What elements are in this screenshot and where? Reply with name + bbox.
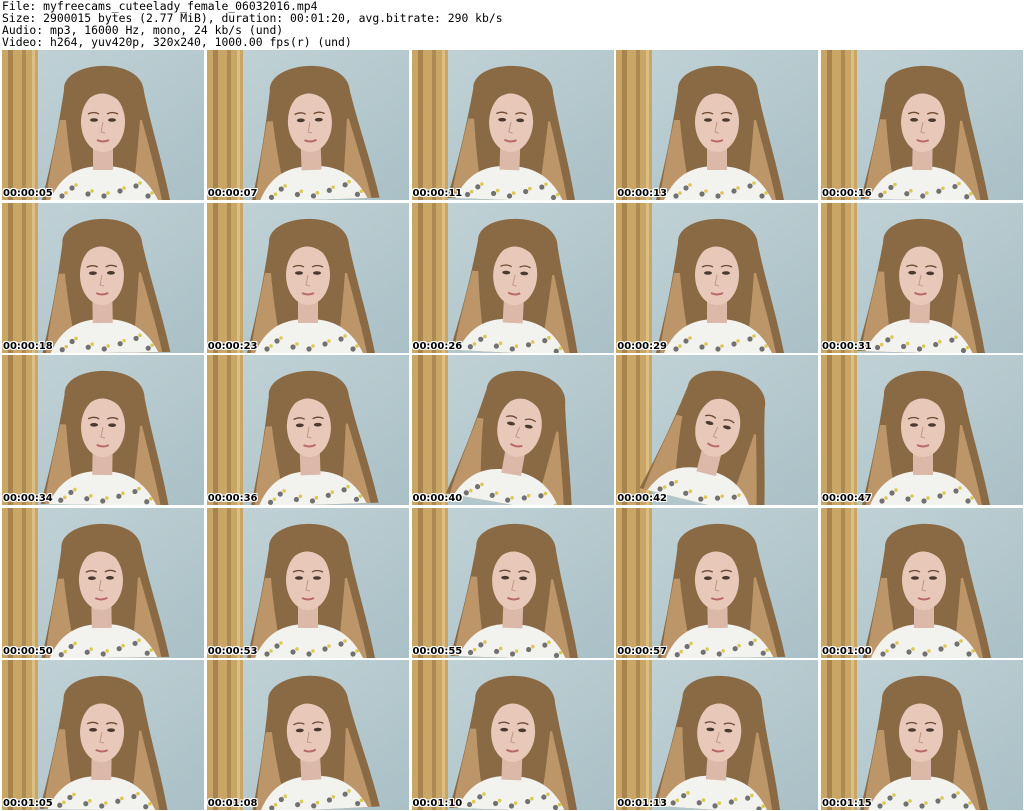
thumbnail-timestamp: 00:00:31: [822, 340, 872, 352]
webcam-frame-image: [206, 660, 409, 810]
webcam-frame-image: [616, 50, 819, 200]
webcam-frame-image: [821, 355, 1023, 505]
video-thumbnail: 00:00:34: [2, 355, 204, 505]
thumbnail-timestamp: 00:00:11: [412, 188, 463, 199]
webcam-frame-image: [411, 355, 614, 505]
webcam-frame-image: [206, 507, 409, 658]
thumbnail-timestamp: 00:01:15: [822, 798, 872, 809]
thumbnail-timestamp: 00:00:18: [3, 340, 53, 352]
video-thumbnail: 00:00:11: [411, 50, 614, 200]
video-thumbnail: 00:00:07: [206, 50, 409, 200]
thumbnail-timestamp: 00:00:40: [412, 493, 463, 504]
video-thumbnail: 00:00:47: [821, 355, 1023, 505]
video-thumbnail: 00:01:08: [206, 660, 409, 810]
video-thumbnail: 00:01:05: [2, 660, 204, 810]
video-thumbnail: 00:01:00: [821, 507, 1023, 658]
webcam-frame-image: [616, 507, 819, 658]
video-thumbnail: 00:01:10: [411, 660, 614, 810]
thumbnail-timestamp: 00:01:05: [3, 798, 53, 809]
video-thumbnail: 00:00:31: [821, 202, 1023, 353]
video-thumbnail: 00:00:23: [206, 202, 409, 353]
video-thumbnail: 00:00:05: [2, 50, 204, 200]
thumbnail-timestamp: 00:00:13: [617, 188, 667, 199]
video-thumbnail: 00:00:36: [206, 355, 409, 505]
video-thumbnail: 00:01:13: [616, 660, 819, 810]
video-thumbnail: 00:00:18: [2, 202, 204, 353]
thumbnail-timestamp: 00:01:00: [822, 645, 872, 657]
thumbnail-timestamp: 00:00:23: [207, 340, 258, 352]
webcam-frame-image: [616, 355, 819, 505]
video-thumbnail: 00:01:15: [821, 660, 1023, 810]
thumbnail-timestamp: 00:00:42: [617, 493, 667, 504]
webcam-frame-image: [411, 50, 614, 200]
thumbnail-grid: 00:00:05 00:00:07 00:00:11 00:00:13 00:00:16…: [2, 50, 1023, 810]
video-thumbnail: 00:00:53: [206, 507, 409, 658]
webcam-frame-image: [616, 660, 819, 810]
webcam-frame-image: [821, 202, 1023, 353]
thumbnail-timestamp: 00:00:55: [412, 645, 463, 657]
webcam-frame-image: [821, 660, 1023, 810]
thumbnail-timestamp: 00:01:13: [617, 798, 667, 809]
webcam-frame-image: [206, 202, 409, 353]
file-info-header: File: myfreecams_cuteelady_female_060320…: [2, 0, 1022, 50]
thumbnail-timestamp: 00:01:08: [207, 798, 258, 809]
video-thumbnail: 00:00:16: [821, 50, 1023, 200]
video-thumbnail: 00:00:50: [2, 507, 204, 658]
webcam-frame-image: [411, 660, 614, 810]
webcam-frame-image: [206, 355, 409, 505]
webcam-frame-image: [411, 202, 614, 353]
webcam-frame-image: [2, 660, 204, 810]
webcam-frame-image: [821, 50, 1023, 200]
thumbnail-timestamp: 00:00:53: [207, 645, 258, 657]
video-thumbnail: 00:00:42: [616, 355, 819, 505]
webcam-frame-image: [206, 50, 409, 200]
video-thumbnail: 00:00:29: [616, 202, 819, 353]
thumbnail-timestamp: 00:00:07: [207, 188, 258, 199]
thumbnail-timestamp: 00:00:57: [617, 645, 667, 657]
thumbnail-timestamp: 00:00:34: [3, 493, 53, 504]
thumbnail-timestamp: 00:00:29: [617, 340, 667, 352]
thumbnail-timestamp: 00:01:10: [412, 798, 463, 809]
video-thumbnail: 00:00:57: [616, 507, 819, 658]
webcam-frame-image: [616, 202, 819, 353]
webcam-frame-image: [411, 507, 614, 658]
webcam-frame-image: [2, 202, 204, 353]
video-info-line: Video: h264, yuv420p, 320x240, 1000.00 f…: [2, 35, 352, 49]
webcam-frame-image: [2, 507, 204, 658]
video-thumbnail: 00:00:26: [411, 202, 614, 353]
thumbnail-timestamp: 00:00:16: [822, 188, 872, 199]
webcam-frame-image: [821, 507, 1023, 658]
thumbnail-timestamp: 00:00:50: [3, 645, 53, 657]
thumbnail-timestamp: 00:00:47: [822, 493, 872, 504]
video-thumbnail: 00:00:40: [411, 355, 614, 505]
webcam-frame-image: [2, 355, 204, 505]
thumbnail-timestamp: 00:00:26: [412, 340, 463, 352]
video-thumbnail: 00:00:13: [616, 50, 819, 200]
thumbnail-timestamp: 00:00:36: [207, 493, 258, 504]
thumbnail-timestamp: 00:00:05: [3, 188, 53, 199]
video-thumbnail: 00:00:55: [411, 507, 614, 658]
webcam-frame-image: [2, 50, 204, 200]
